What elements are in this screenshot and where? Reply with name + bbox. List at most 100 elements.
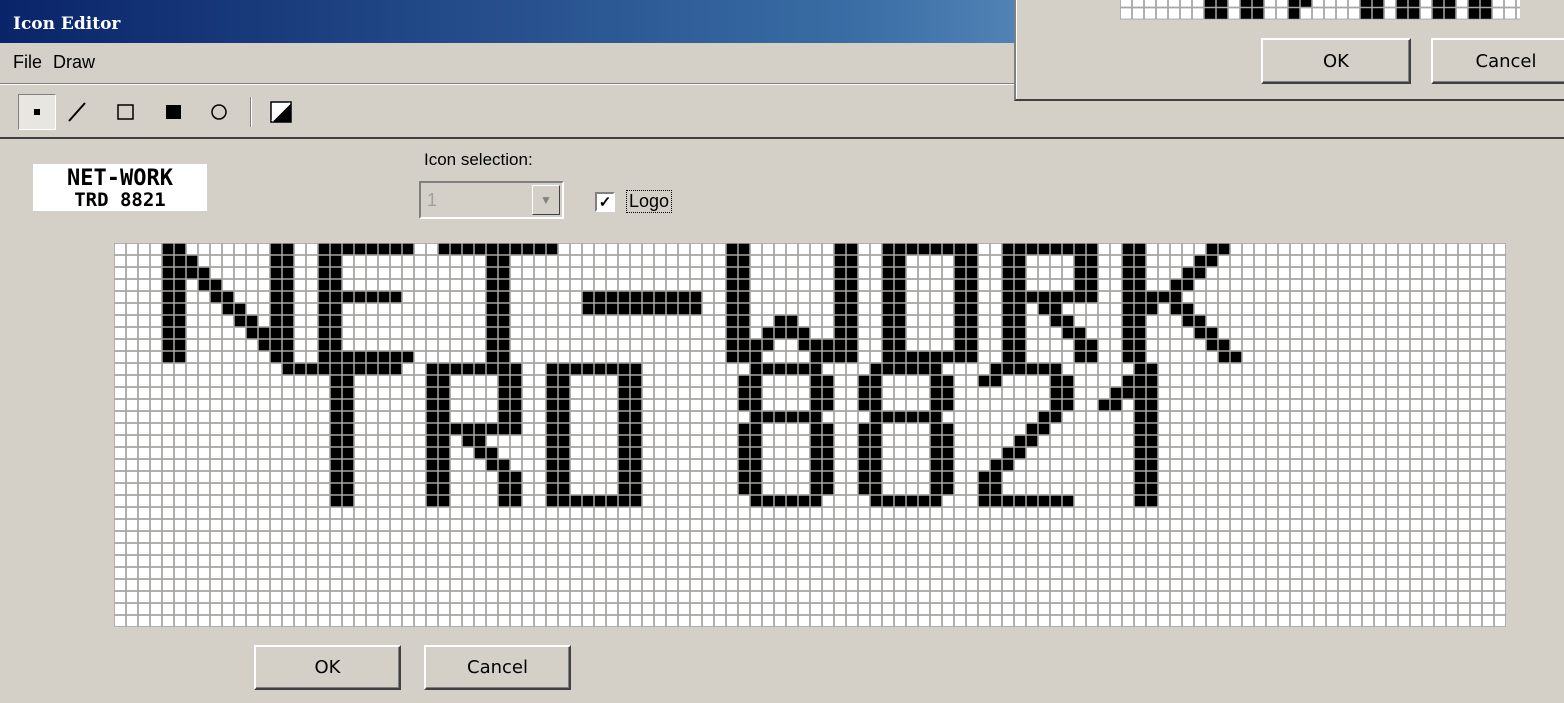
pixel-cell[interactable] bbox=[354, 363, 366, 375]
pixel-cell[interactable] bbox=[162, 591, 174, 603]
pixel-cell[interactable] bbox=[486, 339, 498, 351]
pixel-cell[interactable] bbox=[150, 243, 162, 255]
pixel-cell[interactable] bbox=[1122, 243, 1134, 255]
pixel-cell[interactable] bbox=[1422, 447, 1434, 459]
pixel-cell[interactable] bbox=[822, 255, 834, 267]
pixel-cell[interactable] bbox=[690, 303, 702, 315]
menu-draw[interactable]: Draw bbox=[53, 52, 95, 73]
pixel-cell[interactable] bbox=[750, 339, 762, 351]
pixel-cell[interactable] bbox=[786, 483, 798, 495]
pixel-cell[interactable] bbox=[618, 303, 630, 315]
pixel-cell[interactable] bbox=[714, 351, 726, 363]
pixel-cell[interactable] bbox=[690, 291, 702, 303]
pixel-cell[interactable] bbox=[462, 339, 474, 351]
pixel-cell[interactable] bbox=[198, 279, 210, 291]
pixel-cell[interactable] bbox=[1302, 591, 1314, 603]
pixel-cell[interactable] bbox=[966, 279, 978, 291]
pixel-cell[interactable] bbox=[894, 471, 906, 483]
pixel-cell[interactable] bbox=[630, 567, 642, 579]
pixel-cell[interactable] bbox=[186, 555, 198, 567]
pixel-cell[interactable] bbox=[1098, 591, 1110, 603]
pixel-cell[interactable] bbox=[1050, 603, 1062, 615]
pixel-cell[interactable] bbox=[726, 243, 738, 255]
pixel-cell[interactable] bbox=[726, 459, 738, 471]
pixel-cell[interactable] bbox=[258, 423, 270, 435]
pixel-cell[interactable] bbox=[918, 327, 930, 339]
pixel-cell[interactable] bbox=[918, 519, 930, 531]
pixel-cell[interactable] bbox=[522, 543, 534, 555]
pixel-cell[interactable] bbox=[1398, 339, 1410, 351]
pixel-cell[interactable] bbox=[234, 423, 246, 435]
pixel-cell[interactable] bbox=[342, 471, 354, 483]
pixel-cell[interactable] bbox=[198, 555, 210, 567]
pixel-cell[interactable] bbox=[702, 363, 714, 375]
pixel-cell[interactable] bbox=[306, 399, 318, 411]
pixel-cell[interactable] bbox=[498, 531, 510, 543]
pixel-cell[interactable] bbox=[1290, 339, 1302, 351]
pixel-cell[interactable] bbox=[222, 459, 234, 471]
pixel-cell[interactable] bbox=[642, 579, 654, 591]
pixel-cell[interactable] bbox=[258, 483, 270, 495]
pixel-cell[interactable] bbox=[594, 387, 606, 399]
pixel-cell[interactable] bbox=[990, 507, 1002, 519]
pixel-cell[interactable] bbox=[138, 579, 150, 591]
pixel-cell[interactable] bbox=[822, 471, 834, 483]
pixel-cell[interactable] bbox=[1326, 591, 1338, 603]
pixel-cell[interactable] bbox=[1446, 363, 1458, 375]
pixel-cell[interactable] bbox=[174, 435, 186, 447]
pixel-cell[interactable] bbox=[1230, 615, 1242, 627]
pixel-cell[interactable] bbox=[258, 375, 270, 387]
pixel-cell[interactable] bbox=[426, 435, 438, 447]
pixel-cell[interactable] bbox=[1050, 519, 1062, 531]
pixel-cell[interactable] bbox=[450, 255, 462, 267]
pixel-cell[interactable] bbox=[1134, 399, 1146, 411]
pixel-cell[interactable] bbox=[714, 315, 726, 327]
pixel-cell[interactable] bbox=[786, 459, 798, 471]
pixel-cell[interactable] bbox=[1254, 255, 1266, 267]
pixel-cell[interactable] bbox=[1290, 495, 1302, 507]
pixel-cell[interactable] bbox=[954, 363, 966, 375]
pixel-cell[interactable] bbox=[726, 603, 738, 615]
pixel-cell[interactable] bbox=[1362, 423, 1374, 435]
pixel-cell[interactable] bbox=[678, 555, 690, 567]
pixel-cell[interactable] bbox=[882, 435, 894, 447]
pixel-cell[interactable] bbox=[402, 399, 414, 411]
pixel-cell[interactable] bbox=[1110, 303, 1122, 315]
pixel-cell[interactable] bbox=[1314, 327, 1326, 339]
pixel-cell[interactable] bbox=[390, 303, 402, 315]
pixel-cell[interactable] bbox=[990, 495, 1002, 507]
pixel-cell[interactable] bbox=[1002, 543, 1014, 555]
pixel-cell[interactable] bbox=[906, 351, 918, 363]
pixel-cell[interactable] bbox=[294, 303, 306, 315]
pixel-cell[interactable] bbox=[834, 351, 846, 363]
pixel-cell[interactable] bbox=[978, 363, 990, 375]
pixel-cell[interactable] bbox=[1062, 351, 1074, 363]
pixel-cell[interactable] bbox=[966, 603, 978, 615]
pixel-cell[interactable] bbox=[858, 399, 870, 411]
pixel-cell[interactable] bbox=[1122, 435, 1134, 447]
pixel-cell[interactable] bbox=[474, 507, 486, 519]
pixel-cell[interactable] bbox=[582, 387, 594, 399]
pixel-cell[interactable] bbox=[894, 291, 906, 303]
pixel-cell[interactable] bbox=[1146, 363, 1158, 375]
pixel-cell[interactable] bbox=[210, 423, 222, 435]
pixel-cell[interactable] bbox=[342, 519, 354, 531]
pixel-cell[interactable] bbox=[1290, 519, 1302, 531]
pixel-cell[interactable] bbox=[570, 351, 582, 363]
pixel-cell[interactable] bbox=[906, 387, 918, 399]
pixel-cell[interactable] bbox=[558, 435, 570, 447]
pixel-cell[interactable] bbox=[1326, 363, 1338, 375]
pixel-cell[interactable] bbox=[774, 291, 786, 303]
pixel-cell[interactable] bbox=[594, 327, 606, 339]
pixel-cell[interactable] bbox=[714, 279, 726, 291]
pixel-cell[interactable] bbox=[522, 291, 534, 303]
pixel-cell[interactable] bbox=[522, 339, 534, 351]
pixel-cell[interactable] bbox=[894, 495, 906, 507]
pixel-cell[interactable] bbox=[714, 267, 726, 279]
pixel-cell[interactable] bbox=[462, 591, 474, 603]
pixel-cell[interactable] bbox=[1134, 435, 1146, 447]
pixel-cell[interactable] bbox=[198, 543, 210, 555]
pixel-cell[interactable] bbox=[1230, 471, 1242, 483]
pixel-cell[interactable] bbox=[1374, 303, 1386, 315]
pixel-cell[interactable] bbox=[402, 279, 414, 291]
